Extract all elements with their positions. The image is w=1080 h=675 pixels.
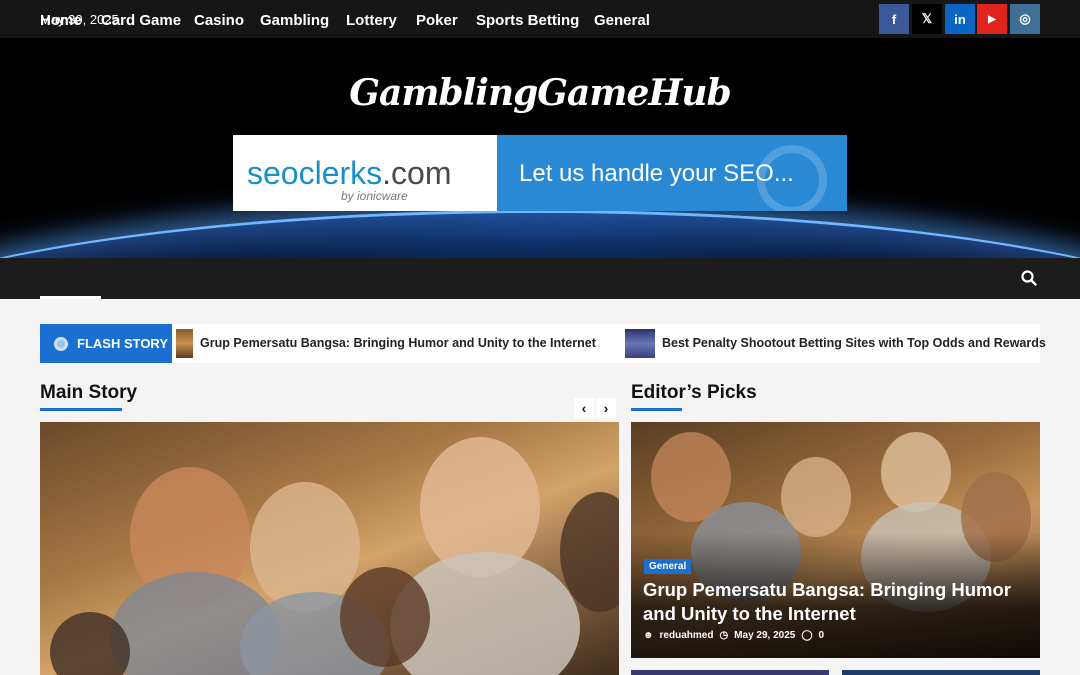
section-underline <box>631 408 682 411</box>
flash-story-ticker: FLASH STORY Grup Pemersatu Bangsa: Bring… <box>40 324 1046 363</box>
clock-icon: ◷ <box>719 630 729 641</box>
next-arrow-icon[interactable]: › <box>596 398 616 418</box>
flash-label-text: FLASH STORY <box>77 336 169 351</box>
nav-item-gambling[interactable]: Gambling <box>260 12 329 29</box>
banner-tagline: Let us handle your SEO... <box>519 160 794 187</box>
flash-story-label: FLASH STORY <box>40 324 172 363</box>
featured-headline[interactable]: Grup Pemersatu Bangsa: Bringing Humor an… <box>643 578 1033 626</box>
prev-arrow-icon[interactable]: ‹ <box>574 398 594 418</box>
editors-pick-card[interactable]: General Grup Pemersatu Bangsa: Bringing … <box>631 422 1040 658</box>
nav-item-lottery[interactable]: Lottery <box>346 12 397 29</box>
header-background-image <box>0 210 1080 258</box>
linkedin-icon[interactable]: in <box>945 4 975 34</box>
pick-thumbnail[interactable] <box>842 670 1040 675</box>
pick-thumbnail[interactable] <box>631 670 829 675</box>
section-underline <box>40 408 122 411</box>
main-story-title: Main Story <box>40 382 138 403</box>
nav-item-card-game[interactable]: Card Game <box>101 12 181 29</box>
banner-decoration-icon <box>757 145 827 211</box>
nav-item-casino[interactable]: Casino <box>194 12 244 29</box>
flash-thumbnail[interactable] <box>176 329 193 358</box>
flash-story-link[interactable]: Grup Pemersatu Bangsa: Bringing Humor an… <box>200 336 596 350</box>
youtube-icon[interactable]: ▶ <box>977 4 1007 34</box>
banner-brand: seoclerks.com <box>247 155 452 191</box>
nav-item-home[interactable]: Home <box>40 12 82 29</box>
main-story-image[interactable] <box>40 422 619 675</box>
flash-story-link[interactable]: Best Penalty Shootout Betting Sites with… <box>662 336 1046 350</box>
banner-tagline-panel: Let us handle your SEO... <box>497 135 847 211</box>
main-navigation <box>0 258 1080 299</box>
nav-item-poker[interactable]: Poker <box>416 12 458 29</box>
post-meta: ☻ reduahmed ◷ May 29, 2025 ◯ 0 <box>643 630 824 641</box>
advertisement-banner[interactable]: seoclerks.com by ionicware Let us handle… <box>233 135 847 211</box>
nav-item-sports-betting[interactable]: Sports Betting <box>476 12 579 29</box>
search-icon[interactable] <box>1021 270 1037 286</box>
active-nav-indicator <box>40 296 101 299</box>
facebook-icon[interactable]: f <box>879 4 909 34</box>
flash-dot-icon <box>54 336 68 351</box>
comment-count[interactable]: 0 <box>819 630 825 641</box>
banner-byline: by ionicware <box>341 189 408 203</box>
comment-icon: ◯ <box>801 630 813 641</box>
site-logo[interactable]: GamblingGameHub <box>0 72 1080 114</box>
category-badge[interactable]: General <box>644 559 692 574</box>
x-icon[interactable]: 𝕏 <box>912 4 942 34</box>
editors-picks-title: Editor’s Picks <box>631 382 757 403</box>
author-icon: ☻ <box>643 630 654 641</box>
flash-thumbnail[interactable] <box>625 329 655 358</box>
post-date: May 29, 2025 <box>734 630 796 641</box>
banner-brand-panel: seoclerks.com by ionicware <box>233 135 497 211</box>
nav-item-general[interactable]: General <box>594 12 650 29</box>
site-header: GamblingGameHub seoclerks.com by ionicwa… <box>0 38 1080 258</box>
post-author[interactable]: reduahmed <box>660 630 714 641</box>
instagram-icon[interactable]: ◎ <box>1010 4 1040 34</box>
